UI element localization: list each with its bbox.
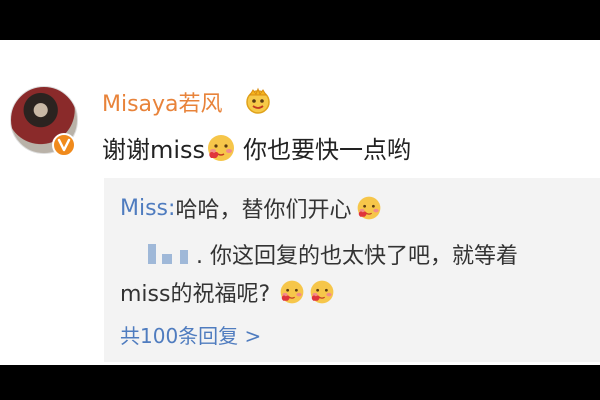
blurred-username[interactable] [120,242,190,266]
bottom-black-bar [0,365,600,400]
blush-emoji-icon [208,134,235,161]
reply-text-1: 哈哈，替你们开心 [175,198,352,223]
comment-text-part1: 谢谢miss [102,136,206,164]
crown-icon [246,87,270,114]
blush-emoji-icon [310,280,334,304]
reply-box[interactable]: Miss: 哈哈，替你们开心 . 你这回复的也太快了吧，就等着 miss的祝福呢… [104,178,600,362]
reply-item-2: . 你这回复的也太快了吧，就等着 [120,238,518,270]
blush-emoji-icon [280,280,304,304]
reply-item-2-cont: miss的祝福呢? [120,276,336,308]
comment-text: 谢谢miss 你也要快一点哟 [102,130,411,165]
reply-item-1: Miss: 哈哈，替你们开心 [120,192,383,224]
verified-badge-icon [52,133,76,157]
reply-author[interactable]: Miss: [120,196,175,221]
top-black-bar [0,0,600,40]
username[interactable]: Misaya若风 [102,86,223,118]
comment-text-part2: 你也要快一点哟 [243,136,412,164]
view-more-replies-link[interactable]: 共100条回复 > [120,320,261,349]
reply-text-3: miss的祝福呢? [120,282,271,307]
blush-emoji-icon [358,196,381,220]
reply-text-2: . 你这回复的也太快了吧，就等着 [196,244,518,269]
